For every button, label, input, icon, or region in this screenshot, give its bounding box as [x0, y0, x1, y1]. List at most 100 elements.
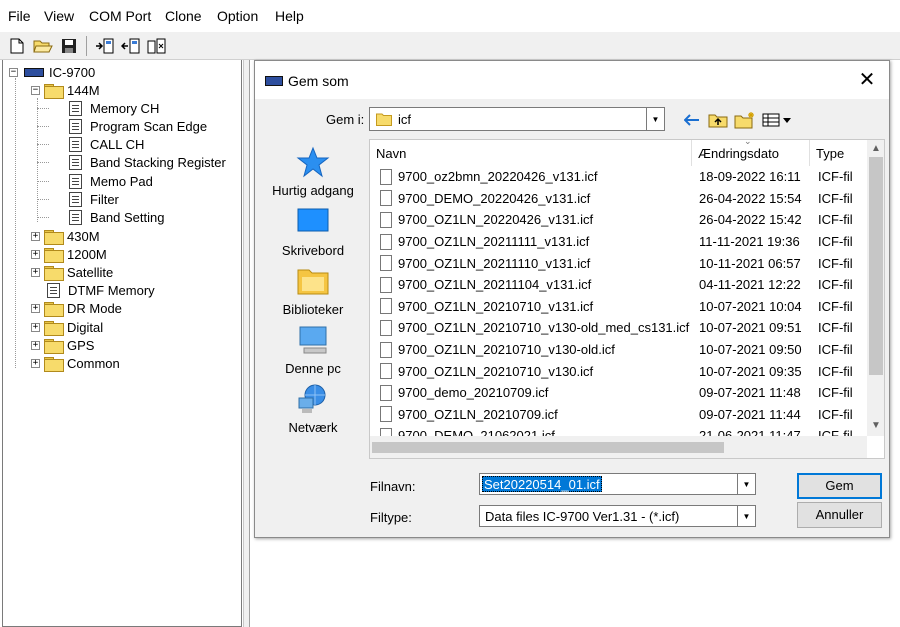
- menu-help[interactable]: Help: [275, 8, 304, 24]
- expand-icon[interactable]: +: [31, 358, 40, 368]
- scroll-down-icon[interactable]: ▼: [871, 420, 881, 431]
- tree-item-call-ch[interactable]: CALL CH: [69, 135, 144, 153]
- file-name: 9700_OZ1LN_20220426_v131.icf: [398, 212, 594, 228]
- tree-item-label: GPS: [67, 337, 95, 353]
- tree-item-common[interactable]: + Common: [31, 354, 120, 372]
- file-row[interactable]: 9700_OZ1LN_20211111_v131.icf 11-11-2021 1…: [370, 231, 867, 253]
- expand-icon[interactable]: +: [31, 340, 40, 350]
- place-libraries[interactable]: Biblioteker: [267, 264, 359, 317]
- new-file-icon[interactable]: [6, 35, 28, 57]
- computer-icon: [296, 323, 330, 357]
- file-row[interactable]: 9700_OZ1LN_20210710_v130-old.icf 10-07-20…: [370, 339, 867, 361]
- tree-item-gps[interactable]: + GPS: [31, 336, 94, 354]
- expand-icon[interactable]: +: [31, 303, 40, 313]
- tree-item-dr-mode[interactable]: + DR Mode: [31, 299, 122, 317]
- tree-item-filter[interactable]: Filter: [69, 190, 119, 208]
- menu-clone[interactable]: Clone: [165, 8, 202, 24]
- menu-view[interactable]: View: [44, 8, 74, 24]
- clone-radio-icon[interactable]: [146, 35, 168, 57]
- tree-item-memory-ch[interactable]: Memory CH: [69, 99, 159, 117]
- file-row[interactable]: 9700_OZ1LN_20211104_v131.icf 04-11-2021 1…: [370, 274, 867, 296]
- pane-splitter[interactable]: [243, 60, 250, 627]
- place-desktop[interactable]: Skrivebord: [267, 205, 359, 258]
- close-icon[interactable]: ✕: [853, 67, 881, 93]
- tree-item-label: 430M: [67, 228, 100, 244]
- document-icon: [69, 154, 82, 170]
- tree-item-1200m[interactable]: + 1200M: [31, 245, 107, 263]
- tree-item-memo-pad[interactable]: Memo Pad: [69, 172, 153, 190]
- file-row[interactable]: 9700_demo_20210709.icf 09-07-2021 11:48 IC…: [370, 382, 867, 404]
- menu-file[interactable]: File: [8, 8, 31, 24]
- expand-icon[interactable]: +: [31, 267, 40, 277]
- menu-com-port[interactable]: COM Port: [89, 8, 151, 24]
- file-row[interactable]: 9700_OZ1LN_20211110_v131.icf 10-11-2021 0…: [370, 252, 867, 274]
- tree-item-144m[interactable]: − 144M: [31, 81, 100, 99]
- read-from-radio-icon[interactable]: [94, 35, 116, 57]
- file-row[interactable]: 9700_OZ1LN_20210710_v131.icf 10-07-2021 1…: [370, 296, 867, 318]
- back-arrow-icon[interactable]: [683, 110, 701, 130]
- save-in-value: icf: [398, 112, 411, 127]
- folder-icon: [44, 229, 64, 245]
- file-row[interactable]: 9700_DEMO_20220426_v131.icf 26-04-2022 15…: [370, 188, 867, 210]
- place-this-pc[interactable]: Denne pc: [267, 323, 359, 376]
- column-header-name[interactable]: Navn: [370, 140, 692, 166]
- scroll-up-icon[interactable]: ▲: [871, 143, 881, 154]
- file-type: ICF-fil: [818, 169, 853, 185]
- filename-field[interactable]: Set20220514_01.icf ▼: [479, 473, 756, 495]
- file-name: 9700_oz2bmn_20220426_v131.icf: [398, 169, 598, 185]
- cancel-button[interactable]: Annuller: [797, 502, 882, 528]
- open-folder-icon[interactable]: [32, 35, 54, 57]
- tree-item-label: 1200M: [67, 246, 107, 262]
- vertical-scrollbar[interactable]: ▲ ▼: [867, 140, 884, 436]
- tree-item-band-setting[interactable]: Band Setting: [69, 208, 164, 226]
- file-name: 9700_OZ1LN_20210710_v130.icf: [398, 363, 594, 379]
- tree-item-program-scan-edge[interactable]: Program Scan Edge: [69, 117, 207, 135]
- save-button[interactable]: Gem: [797, 473, 882, 499]
- document-icon: [69, 136, 82, 152]
- file-name: 9700_OZ1LN_20211111_v131.icf: [398, 234, 590, 250]
- save-in-dropdown[interactable]: icf ▼: [369, 107, 665, 131]
- file-row[interactable]: 9700_OZ1LN_20210710_v130-old_med_cs131.i…: [370, 317, 867, 339]
- dialog-titlebar[interactable]: Gem som ✕: [255, 61, 889, 99]
- file-date: 09-07-2021 11:44: [699, 406, 801, 422]
- collapse-icon[interactable]: −: [31, 85, 40, 95]
- tree-item-digital[interactable]: + Digital: [31, 318, 103, 336]
- library-folder-icon: [296, 264, 330, 298]
- file-icon: [380, 319, 392, 336]
- write-to-radio-icon[interactable]: [120, 35, 142, 57]
- file-row[interactable]: 9700_OZ1LN_20220426_v131.icf 26-04-2022 1…: [370, 209, 867, 231]
- tree-root[interactable]: − IC-9700: [9, 63, 95, 81]
- file-row[interactable]: 9700_OZ1LN_20210710_v130.icf 10-07-2021 0…: [370, 360, 867, 382]
- collapse-icon[interactable]: −: [9, 67, 18, 77]
- file-row[interactable]: 9700_OZ1LN_20210709.icf 09-07-2021 11:44 I…: [370, 404, 867, 426]
- up-folder-icon[interactable]: [707, 110, 729, 130]
- place-network[interactable]: Netværk: [267, 382, 359, 435]
- network-globe-icon: [296, 382, 330, 416]
- tree-item-430m[interactable]: + 430M: [31, 227, 100, 245]
- horizontal-scroll-thumb[interactable]: [372, 442, 724, 453]
- tree-item-dtmf-memory[interactable]: DTMF Memory: [47, 281, 155, 299]
- chevron-down-icon[interactable]: ▼: [737, 474, 755, 494]
- expand-icon[interactable]: +: [31, 231, 40, 241]
- vertical-scroll-thumb[interactable]: [869, 157, 883, 375]
- file-date: 18-09-2022 16:11: [699, 169, 801, 185]
- chevron-down-icon[interactable]: ▼: [737, 506, 755, 526]
- place-quick-access[interactable]: Hurtig adgang: [267, 145, 359, 198]
- new-folder-icon[interactable]: [733, 110, 757, 130]
- tree-item-satellite[interactable]: + Satellite: [31, 263, 113, 281]
- file-icon: [380, 341, 392, 358]
- chevron-down-icon[interactable]: ▼: [646, 108, 664, 130]
- save-disk-icon[interactable]: [58, 35, 80, 57]
- menu-option[interactable]: Option: [217, 8, 258, 24]
- filetype-dropdown[interactable]: Data files IC-9700 Ver1.31 - (*.icf) ▼: [479, 505, 756, 527]
- column-header-type[interactable]: Type: [810, 140, 867, 166]
- tree-item-band-stacking-register[interactable]: Band Stacking Register: [69, 153, 226, 171]
- file-name: 9700_OZ1LN_20211104_v131.icf: [398, 277, 592, 293]
- tree-item-label: Memory CH: [90, 100, 160, 116]
- expand-icon[interactable]: +: [31, 322, 40, 332]
- view-menu-icon[interactable]: [761, 110, 793, 130]
- file-row[interactable]: 9700_oz2bmn_20220426_v131.icf 18-09-2022 …: [370, 166, 867, 188]
- file-type: ICF-fil: [818, 363, 853, 379]
- expand-icon[interactable]: +: [31, 249, 40, 259]
- horizontal-scrollbar[interactable]: [370, 436, 867, 458]
